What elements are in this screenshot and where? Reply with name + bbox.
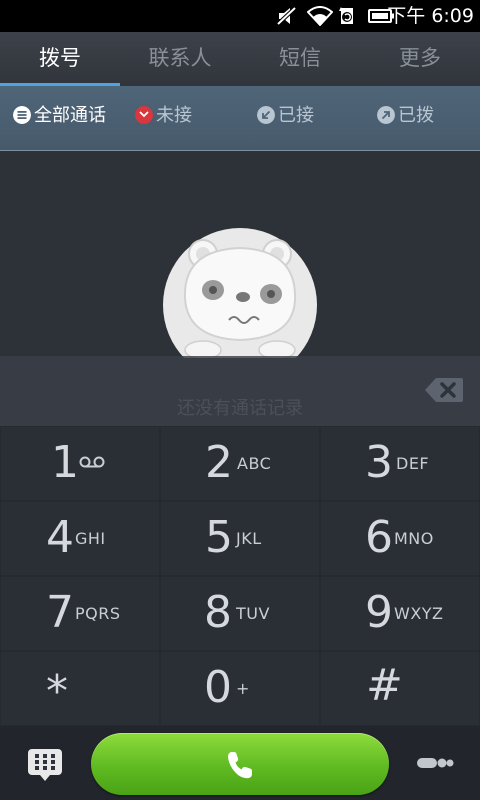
key-4[interactable]: 4 GHI	[1, 502, 159, 575]
key-8-letters: TUV	[236, 604, 270, 623]
filter-missed-label: 未接	[156, 105, 192, 126]
key-9-letters: WXYZ	[394, 604, 444, 623]
tab-bar: 拨号 联系人 短信 更多	[0, 32, 480, 86]
call-button[interactable]	[91, 733, 389, 795]
key-5-letters: JKL	[236, 529, 262, 548]
more-icon[interactable]	[416, 756, 454, 770]
key-7[interactable]: 7 PQRS	[1, 577, 159, 650]
backspace-icon[interactable]	[424, 377, 464, 403]
phone-icon	[228, 752, 252, 779]
filter-incoming-label: 已接	[278, 105, 314, 126]
filter-outgoing[interactable]: 已拨	[377, 86, 434, 150]
dialer-screen: 下午 6:09 拨号 联系人 短信 更多 全部通话 未接 已接 已拨 还没有通话…	[0, 0, 480, 800]
tab-messages[interactable]: 短信	[240, 32, 360, 86]
key-4-digit: 4	[46, 512, 74, 563]
key-2-letters: ABC	[237, 454, 272, 473]
status-time: 下午 6:09	[387, 5, 474, 27]
call-filter-bar: 全部通话 未接 已接 已拨	[0, 86, 480, 151]
key-2-digit: 2	[205, 437, 233, 488]
tab-more[interactable]: 更多	[360, 32, 480, 86]
key-1[interactable]: 1	[1, 427, 159, 500]
key-6[interactable]: 6 MNO	[321, 502, 479, 575]
dialpad-icon[interactable]	[27, 748, 63, 782]
status-bar: 下午 6:09	[0, 0, 480, 32]
key-star[interactable]: *	[1, 652, 159, 725]
filter-missed[interactable]: 未接	[135, 86, 192, 150]
tab-contacts[interactable]: 联系人	[120, 32, 240, 86]
key-hash[interactable]: #	[321, 652, 479, 725]
filter-outgoing-label: 已拨	[398, 105, 434, 126]
filter-all-calls[interactable]: 全部通话	[13, 86, 106, 150]
key-8[interactable]: 8 TUV	[161, 577, 319, 650]
key-0-letters: +	[236, 679, 250, 698]
wifi-icon	[307, 6, 333, 26]
mute-icon	[276, 6, 297, 26]
filter-all-calls-label: 全部通话	[34, 105, 106, 126]
key-5-digit: 5	[205, 512, 233, 563]
key-3-letters: DEF	[396, 454, 430, 473]
key-8-digit: 8	[204, 587, 232, 638]
key-0-digit: 0	[204, 662, 232, 713]
incoming-call-icon	[257, 106, 275, 124]
key-star-digit: *	[46, 666, 68, 717]
key-6-digit: 6	[365, 512, 393, 563]
outgoing-call-icon	[377, 106, 395, 124]
key-2[interactable]: 2 ABC	[161, 427, 319, 500]
empty-call-log-text: 还没有通话记录	[177, 398, 303, 419]
key-7-letters: PQRS	[75, 604, 121, 623]
sync-icon	[339, 7, 353, 24]
missed-call-icon	[135, 106, 153, 124]
bear-mascot-image	[163, 228, 317, 358]
key-4-letters: GHI	[75, 529, 106, 548]
key-3[interactable]: 3 DEF	[321, 427, 479, 500]
voicemail-icon	[79, 456, 105, 468]
key-hash-digit: #	[366, 660, 403, 711]
key-6-letters: MNO	[394, 529, 434, 548]
tab-dialer[interactable]: 拨号	[0, 32, 120, 86]
dial-keypad: 1 2 ABC 3 DEF 4 GHI 5 JKL 6 MNO 7 PQRS 8…	[0, 426, 480, 726]
key-9-digit: 9	[365, 587, 393, 638]
key-3-digit: 3	[365, 437, 393, 488]
key-9[interactable]: 9 WXYZ	[321, 577, 479, 650]
key-7-digit: 7	[46, 587, 74, 638]
filter-incoming[interactable]: 已接	[257, 86, 314, 150]
key-1-digit: 1	[51, 437, 79, 488]
key-0[interactable]: 0 +	[161, 652, 319, 725]
key-5[interactable]: 5 JKL	[161, 502, 319, 575]
list-icon	[13, 106, 31, 124]
